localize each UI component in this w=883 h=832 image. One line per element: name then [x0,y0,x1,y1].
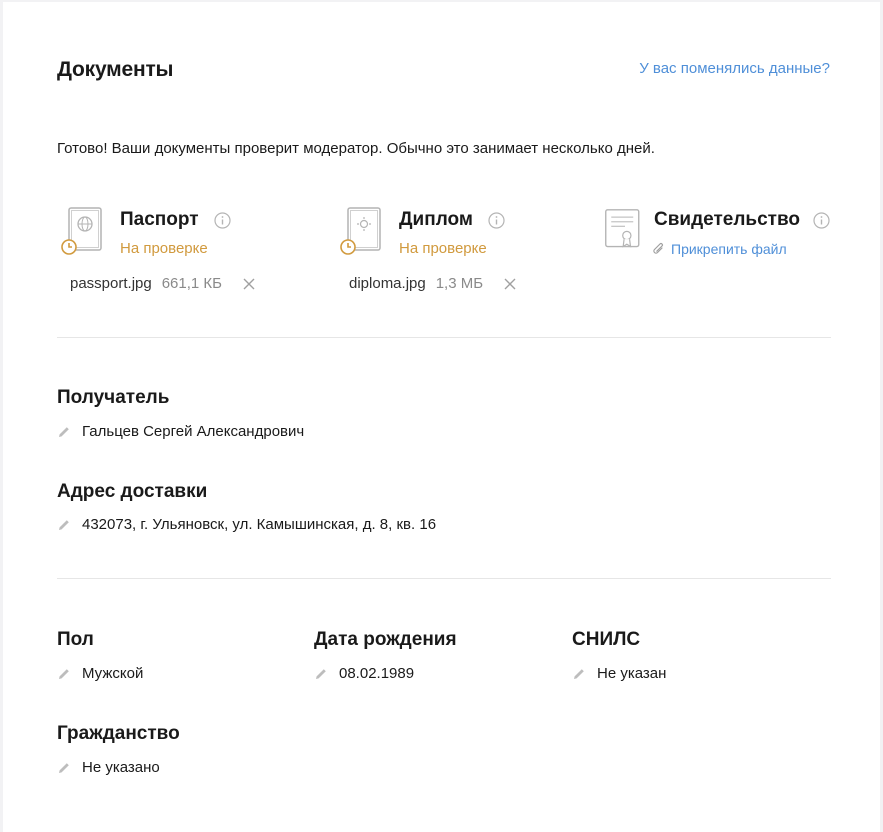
recipient-heading: Получатель [57,387,170,408]
citizenship-value: Не указано [82,759,160,776]
paperclip-icon [653,243,663,254]
pencil-icon [59,762,69,773]
document-name: Паспорт [120,209,199,230]
moderation-notice: Готово! Ваши документы проверит модерато… [57,140,655,157]
address-value: 432073, г. Ульяновск, ул. Камышинская, д… [82,516,437,533]
documents-card: Документы У вас поменялись данные? Готов… [3,2,880,832]
info-icon[interactable] [488,212,505,229]
certificate-icon [605,209,640,248]
data-changed-link[interactable]: У вас поменялись данные? [639,60,830,77]
divider [57,337,831,338]
snils-field[interactable]: Не указан [572,665,666,682]
document-name: Диплом [399,209,473,230]
address-heading: Адрес доставки [57,481,208,502]
birth-date-heading: Дата рождения [314,629,457,650]
citizenship-field[interactable]: Не указано [57,759,160,776]
snils-value: Не указан [597,665,667,682]
recipient-value: Гальцев Сергей Александрович [82,423,305,440]
close-icon[interactable] [503,277,517,291]
diploma-icon [340,207,381,255]
pencil-icon [316,668,326,679]
birth-date-field[interactable]: 08.02.1989 [314,665,414,682]
attach-file-label: Прикрепить файл [671,241,787,257]
address-field[interactable]: 432073, г. Ульяновск, ул. Камышинская, д… [57,516,436,533]
recipient-field[interactable]: Гальцев Сергей Александрович [57,423,304,440]
page-title: Документы [57,58,174,81]
pencil-icon [59,519,69,530]
birth-date-value: 08.02.1989 [339,665,415,682]
gender-field[interactable]: Мужской [57,665,143,682]
pencil-icon [59,426,69,437]
attach-file-link[interactable]: Прикрепить файл [653,241,787,257]
document-status: На проверке [399,240,487,257]
close-icon[interactable] [242,277,256,291]
divider [57,578,831,579]
gender-value: Мужской [82,665,144,682]
attached-file: passport.jpg 661,1 КБ [70,275,256,292]
info-icon[interactable] [214,212,231,229]
gender-heading: Пол [57,629,94,650]
snils-heading: СНИЛС [572,629,641,650]
passport-icon [61,207,102,255]
file-name: diploma.jpg [349,275,426,292]
info-icon[interactable] [813,212,830,229]
document-name: Свидетельство [654,209,800,230]
file-size: 661,1 КБ [161,275,223,292]
pencil-icon [574,668,584,679]
file-size: 1,3 МБ [435,275,484,292]
pencil-icon [59,668,69,679]
file-name: passport.jpg [70,275,152,292]
document-status: На проверке [120,240,208,257]
citizenship-heading: Гражданство [57,723,180,744]
attached-file: diploma.jpg 1,3 МБ [349,275,517,292]
